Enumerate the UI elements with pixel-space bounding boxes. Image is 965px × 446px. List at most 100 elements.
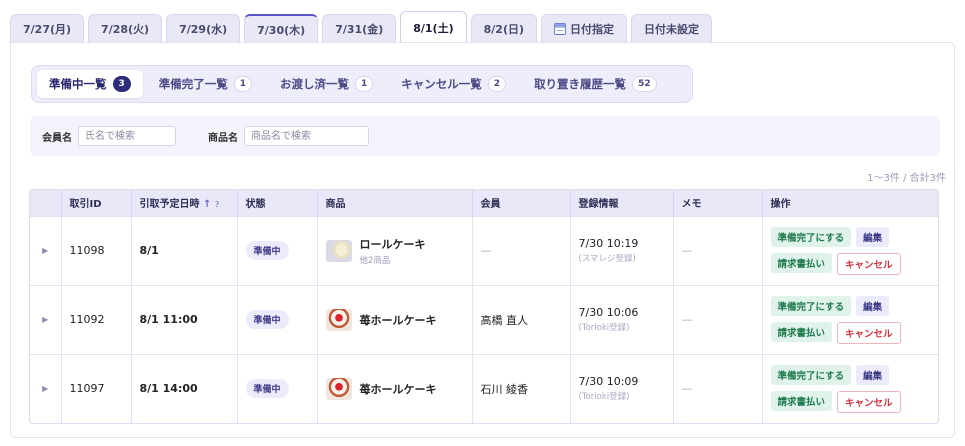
expand-icon[interactable]: ▶: [30, 353, 62, 423]
tab-date-7-31[interactable]: 7/31(金): [322, 14, 397, 43]
tab-date-7-29[interactable]: 7/29(水): [166, 14, 241, 43]
col-pickup[interactable]: 引取予定日時 ↑ ?: [131, 190, 238, 216]
cell-memo: —: [673, 353, 763, 423]
invoice-button[interactable]: 請求書払い: [770, 252, 833, 273]
expand-icon[interactable]: ▶: [30, 284, 62, 354]
product-image: [325, 308, 352, 331]
tab-date-7-28[interactable]: 7/28(火): [88, 14, 163, 43]
product-name: 苺ホールケーキ: [359, 382, 437, 396]
tab-ready[interactable]: 準備完了一覧 1: [147, 70, 264, 98]
sort-asc-icon[interactable]: ↑: [203, 199, 211, 210]
cell-id: 11098: [61, 215, 132, 285]
cancel-button[interactable]: キャンセル: [837, 390, 901, 413]
expand-icon[interactable]: ▶: [30, 215, 62, 285]
cell-registered: 7/30 10:06 (Torioki登録): [570, 284, 674, 354]
tab-date-7-27[interactable]: 7/27(月): [10, 14, 85, 43]
cell-registered: 7/30 10:19 (スマレジ登録): [570, 215, 674, 285]
cell-pickup: 8/1: [131, 215, 238, 285]
tab-date-8-2[interactable]: 8/2(日): [470, 14, 538, 43]
member-search-input[interactable]: [78, 126, 176, 146]
cancel-button[interactable]: キャンセル: [837, 252, 901, 275]
table-header-row: 取引ID 引取予定日時 ↑ ? 状態 商品 会員 登録情報 メモ 操作: [30, 190, 938, 216]
cell-state: 準備中: [237, 215, 318, 285]
tab-ready-label: 準備完了一覧: [158, 77, 228, 91]
cell-id: 11097: [61, 353, 132, 423]
table-row: ▶ 11097 8/1 14:00 準備中 苺ホールケーキ 石川 綾香 7/30…: [30, 353, 938, 423]
edit-button[interactable]: 編集: [856, 364, 890, 385]
help-icon[interactable]: ?: [215, 200, 220, 209]
registered-time: 7/30 10:09: [578, 375, 639, 389]
date-tab-bar: 7/27(月) 7/28(火) 7/29(水) 7/30(木) 7/31(金) …: [10, 11, 713, 43]
registered-time: 7/30 10:06: [578, 306, 639, 319]
invoice-button[interactable]: 請求書払い: [770, 321, 833, 342]
mark-ready-button[interactable]: 準備完了にする: [770, 295, 852, 316]
tab-delivered-label: お渡し済一覧: [280, 77, 350, 91]
orders-table: 取引ID 引取予定日時 ↑ ? 状態 商品 会員 登録情報 メモ 操作 ▶ 11…: [29, 189, 939, 424]
cell-member: 高橋 直人: [472, 284, 571, 354]
mark-ready-button[interactable]: 準備完了にする: [770, 364, 852, 385]
cell-member: 石川 綾香: [472, 353, 571, 423]
calendar-icon: [554, 23, 567, 35]
tab-date-specify[interactable]: 日付指定: [541, 14, 628, 43]
cell-memo: —: [673, 284, 763, 354]
cell-ops: 準備完了にする 編集 請求書払い キャンセル: [762, 353, 938, 423]
col-product: 商品: [317, 190, 473, 216]
cell-id: 11092: [61, 284, 132, 354]
member-search-label: 会員名: [42, 132, 72, 144]
tab-date-7-30[interactable]: 7/30(木): [244, 14, 319, 43]
cell-product: 苺ホールケーキ: [317, 284, 473, 354]
col-id: 取引ID: [61, 190, 132, 216]
tab-preparing-label: 準備中一覧: [49, 77, 107, 91]
status-badge: 準備中: [245, 379, 289, 399]
product-search-label: 商品名: [208, 132, 238, 144]
status-tab-bar: 準備中一覧 3 準備完了一覧 1 お渡し済一覧 1 キャンセル一覧 2 取り置き…: [31, 65, 693, 103]
tab-delivered-count: 1: [355, 76, 374, 92]
col-pickup-label: 引取予定日時: [139, 199, 200, 211]
search-bar: 会員名 商品名: [30, 116, 940, 156]
tab-delivered[interactable]: お渡し済一覧 1: [268, 70, 385, 98]
tab-cancelled-count: 2: [487, 76, 507, 92]
cell-member: —: [472, 215, 571, 285]
product-more: 他2商品: [359, 255, 391, 266]
cancel-button[interactable]: キャンセル: [837, 321, 901, 344]
edit-button[interactable]: 編集: [856, 226, 890, 247]
cell-registered: 7/30 10:09 (Torioki登録): [570, 353, 674, 423]
edit-button[interactable]: 編集: [856, 295, 890, 316]
col-expand: [30, 190, 62, 216]
tab-history-label: 取り置き履歴一覧: [534, 77, 627, 91]
product-search-input[interactable]: [244, 126, 369, 146]
cell-state: 準備中: [237, 284, 318, 354]
col-state: 状態: [237, 190, 318, 216]
col-registered: 登録情報: [570, 190, 674, 216]
registered-source: (Torioki登録): [578, 323, 630, 333]
status-badge: 準備中: [245, 310, 289, 329]
product-image: [325, 239, 352, 262]
product-name: ロールケーキ: [359, 237, 426, 251]
tab-date-unset[interactable]: 日付未設定: [631, 14, 713, 43]
cell-state: 準備中: [237, 353, 318, 423]
col-ops: 操作: [762, 190, 938, 216]
cell-product: ロールケーキ 他2商品: [317, 215, 473, 285]
tab-cancelled-label: キャンセル一覧: [401, 77, 482, 91]
col-memo: メモ: [673, 190, 763, 216]
product-name: 苺ホールケーキ: [359, 313, 437, 327]
cell-pickup: 8/1 11:00: [131, 284, 238, 354]
tab-date-8-1[interactable]: 8/1(土): [400, 11, 467, 43]
tab-preparing-count: 3: [112, 76, 131, 92]
table-row: ▶ 11098 8/1 準備中 ロールケーキ 他2商品 — 7/30 10:19…: [30, 215, 938, 285]
mark-ready-button[interactable]: 準備完了にする: [770, 226, 852, 247]
tab-cancelled[interactable]: キャンセル一覧 2: [389, 70, 518, 98]
cell-product: 苺ホールケーキ: [317, 353, 473, 423]
cell-memo: —: [673, 215, 763, 285]
tab-ready-count: 1: [233, 76, 253, 92]
product-image: [325, 377, 352, 400]
tab-history[interactable]: 取り置き履歴一覧 52: [522, 70, 669, 98]
registered-source: (Torioki登録): [578, 392, 630, 403]
tab-preparing[interactable]: 準備中一覧 3: [37, 70, 143, 98]
content-panel: 準備中一覧 3 準備完了一覧 1 お渡し済一覧 1 キャンセル一覧 2 取り置き…: [10, 42, 955, 438]
cell-pickup: 8/1 14:00: [131, 353, 238, 423]
registered-source: (スマレジ登録): [578, 254, 636, 264]
tab-date-specify-label: 日付指定: [570, 23, 615, 36]
invoice-button[interactable]: 請求書払い: [770, 390, 833, 411]
col-member: 会員: [472, 190, 571, 216]
